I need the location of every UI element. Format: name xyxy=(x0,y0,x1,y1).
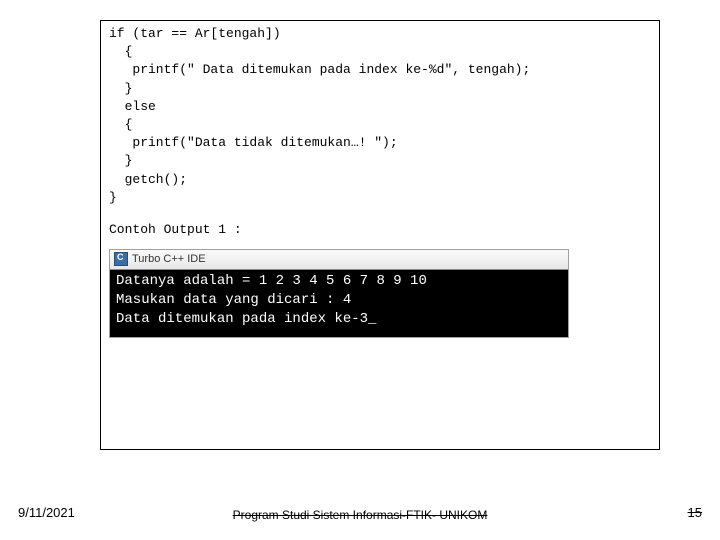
code-line: } xyxy=(109,190,117,205)
code-line: { xyxy=(109,44,132,59)
footer-page-number: 15 xyxy=(688,505,702,520)
output-label: Contoh Output 1 : xyxy=(109,222,651,237)
code-line: getch(); xyxy=(109,172,187,187)
terminal-line: Data ditemukan pada index ke-3_ xyxy=(116,311,376,327)
terminal-line: Datanya adalah = 1 2 3 4 5 6 7 8 9 10 xyxy=(116,273,427,289)
terminal-title: Turbo C++ IDE xyxy=(132,253,206,265)
terminal-body: Datanya adalah = 1 2 3 4 5 6 7 8 9 10 Ma… xyxy=(110,270,568,337)
code-line: printf("Data tidak ditemukan…! "); xyxy=(109,135,398,150)
terminal-window: Turbo C++ IDE Datanya adalah = 1 2 3 4 5… xyxy=(109,249,569,338)
footer-date: 9/11/2021 xyxy=(18,505,75,520)
footer-center: Program Studi Sistem Informasi-FTIK- UNI… xyxy=(233,508,488,522)
terminal-icon xyxy=(114,252,128,266)
code-line: printf(" Data ditemukan pada index ke-%d… xyxy=(109,62,530,77)
code-line: else xyxy=(109,99,156,114)
code-line: } xyxy=(109,81,132,96)
code-line: { xyxy=(109,117,132,132)
terminal-titlebar: Turbo C++ IDE xyxy=(110,250,568,270)
code-line: } xyxy=(109,153,132,168)
terminal-line: Masukan data yang dicari : 4 xyxy=(116,292,351,308)
content-frame: if (tar == Ar[tengah]) { printf(" Data d… xyxy=(100,20,660,450)
code-block: if (tar == Ar[tengah]) { printf(" Data d… xyxy=(109,25,651,207)
code-line: if (tar == Ar[tengah]) xyxy=(109,26,281,41)
